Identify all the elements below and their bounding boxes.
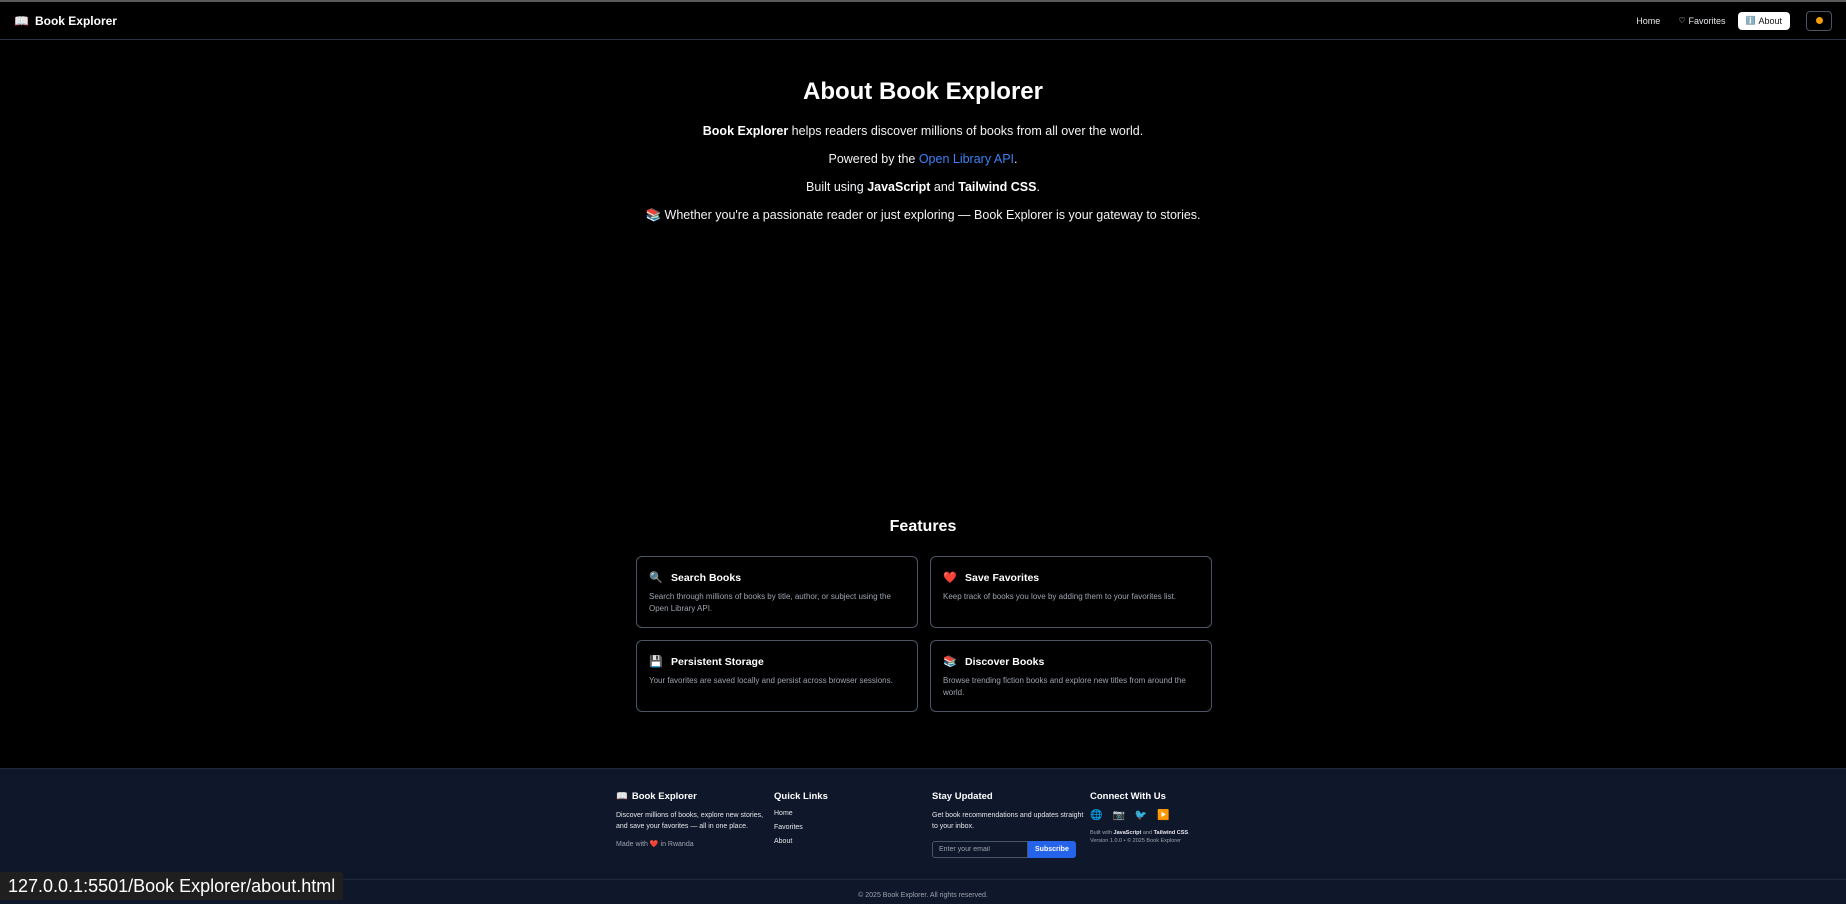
theme-toggle-button[interactable] — [1806, 10, 1832, 31]
play-icon[interactable]: ▶️ — [1157, 810, 1169, 821]
built-with: Built with JavaScript and Tailwind CSS. — [1090, 829, 1236, 837]
floppy-disk-icon: 💾 — [649, 656, 663, 668]
built-pre: Built with — [1090, 830, 1114, 836]
about-line-3-pre: Built using — [806, 180, 868, 194]
footer-brand: Book Explorer — [631, 791, 697, 802]
feature-title: Save Favorites — [965, 571, 1040, 584]
feature-desc: Your favorites are saved locally and per… — [649, 676, 893, 685]
brand-link[interactable]: 📖 Book Explorer — [14, 14, 117, 28]
footer-link-home[interactable]: Home — [774, 810, 932, 817]
stay-updated-desc: Get book recommendations and updates str… — [932, 812, 1084, 830]
about-line-1: Book Explorer helps readers discover mil… — [0, 117, 1846, 145]
sun-icon — [1815, 17, 1823, 24]
features-grid: 🔍 Search Books Search through millions of… — [636, 556, 1212, 712]
footer-brand-col: 📖 Book Explorer Discover millions of book… — [616, 791, 774, 858]
heart-icon: ❤️ — [943, 572, 957, 584]
feature-card-search: 🔍 Search Books Search through millions of… — [636, 556, 918, 628]
feature-desc: Search through millions of books by titl… — [649, 592, 891, 613]
page-title: About Book Explorer — [802, 78, 1043, 105]
about-line-2-pre: Powered by the — [828, 152, 919, 166]
email-input[interactable] — [932, 841, 1028, 858]
connect-col: Connect With Us 🌐 📷 🐦 ▶️ Built with Java… — [1090, 791, 1236, 858]
tailwind-bold: Tailwind CSS — [958, 180, 1037, 194]
nav-favorites-label: Favorites — [1688, 15, 1726, 26]
made-with-pre: Made with — [616, 841, 650, 848]
about-line-2-post: . — [1014, 152, 1018, 166]
about-line-4: 📚 Whether you're a passionate reader or … — [0, 201, 1846, 229]
about-brand-bold: Book Explorer — [702, 124, 789, 138]
about-line-4-text: Whether you're a passionate reader or ju… — [661, 208, 1201, 222]
nav-about-label: About — [1758, 15, 1782, 26]
stay-updated-title: Stay Updated — [932, 791, 993, 802]
book-icon: 📖 — [616, 791, 628, 802]
connect-title: Connect With Us — [1090, 791, 1166, 802]
books-icon: 📚 — [645, 208, 662, 222]
about-line-3: Built using JavaScript and Tailwind CSS. — [0, 173, 1846, 201]
feature-title: Search Books — [671, 571, 742, 584]
feature-title: Discover Books — [965, 655, 1045, 668]
footer-link-about[interactable]: About — [774, 838, 932, 845]
feature-card-favorites: ❤️ Save Favorites Keep track of books you… — [930, 556, 1212, 628]
javascript-bold: JavaScript — [867, 180, 931, 194]
footer-link-favorites[interactable]: Favorites — [774, 824, 932, 831]
nav-favorites[interactable]: ♡ Favorites — [1672, 12, 1731, 30]
nav-home-label: Home — [1636, 15, 1661, 26]
version-text: Version 1.0.0 • © 2025 Book Explorer — [1090, 838, 1181, 844]
about-line-3-mid: and — [930, 180, 959, 194]
globe-icon[interactable]: 🌐 — [1090, 810, 1102, 821]
made-with: Made with ❤️ in Rwanda — [616, 840, 774, 848]
newsletter-col: Stay Updated Get book recommendations an… — [932, 791, 1090, 858]
info-icon: ℹ️ — [1745, 16, 1756, 25]
built-post: . — [1188, 830, 1190, 836]
camera-icon[interactable]: 📷 — [1112, 810, 1124, 821]
subscribe-form: Subscribe — [932, 841, 1090, 858]
feature-desc: Keep track of books you love by adding t… — [943, 592, 1177, 601]
nav-home[interactable]: Home — [1630, 12, 1666, 30]
nav-links: Home ♡ Favorites ℹ️ About — [1630, 10, 1832, 31]
navbar: 📖 Book Explorer Home ♡ Favorites ℹ️ Abou… — [0, 2, 1846, 40]
bird-icon[interactable]: 🐦 — [1135, 810, 1147, 821]
made-with-post: in Rwanda — [658, 841, 694, 848]
brand-name: Book Explorer — [34, 13, 117, 28]
footer-brand-desc: Discover millions of books, explore new … — [616, 812, 764, 830]
about-line-3-post: . — [1036, 180, 1040, 194]
features-title: Features — [889, 518, 957, 535]
about-line-1-text: helps readers discover millions of books… — [788, 124, 1144, 138]
nav-about[interactable]: ℹ️ About — [1737, 11, 1790, 30]
built-tailwind: Tailwind CSS — [1153, 830, 1189, 836]
footer-columns: 📖 Book Explorer Discover millions of book… — [616, 791, 1236, 858]
status-bar-url: 127.0.0.1:5501/Book Explorer/about.html — [0, 872, 344, 900]
quick-links-col: Quick Links Home Favorites About — [774, 791, 932, 858]
feature-title: Persistent Storage — [671, 655, 764, 668]
magnifier-icon: 🔍 — [649, 572, 663, 584]
feature-card-discover: 📚 Discover Books Browse trending fiction … — [930, 640, 1212, 712]
books-icon: 📚 — [943, 656, 957, 668]
book-icon: 📖 — [14, 13, 29, 28]
quick-links-title: Quick Links — [774, 791, 828, 802]
built-js: JavaScript — [1113, 830, 1142, 836]
heart-icon: ❤️ — [649, 841, 659, 848]
open-library-link[interactable]: Open Library API — [919, 152, 1014, 166]
social-icons: 🌐 📷 🐦 ▶️ — [1090, 810, 1236, 821]
feature-desc: Browse trending fiction books and explor… — [943, 676, 1186, 697]
about-section: About Book Explorer Book Explorer helps … — [0, 78, 1846, 229]
built-mid: and — [1141, 830, 1154, 836]
subscribe-button[interactable]: Subscribe — [1028, 841, 1076, 858]
feature-card-storage: 💾 Persistent Storage Your favorites are s… — [636, 640, 918, 712]
heart-outline-icon: ♡ — [1678, 16, 1686, 25]
about-line-2: Powered by the Open Library API. — [0, 145, 1846, 173]
